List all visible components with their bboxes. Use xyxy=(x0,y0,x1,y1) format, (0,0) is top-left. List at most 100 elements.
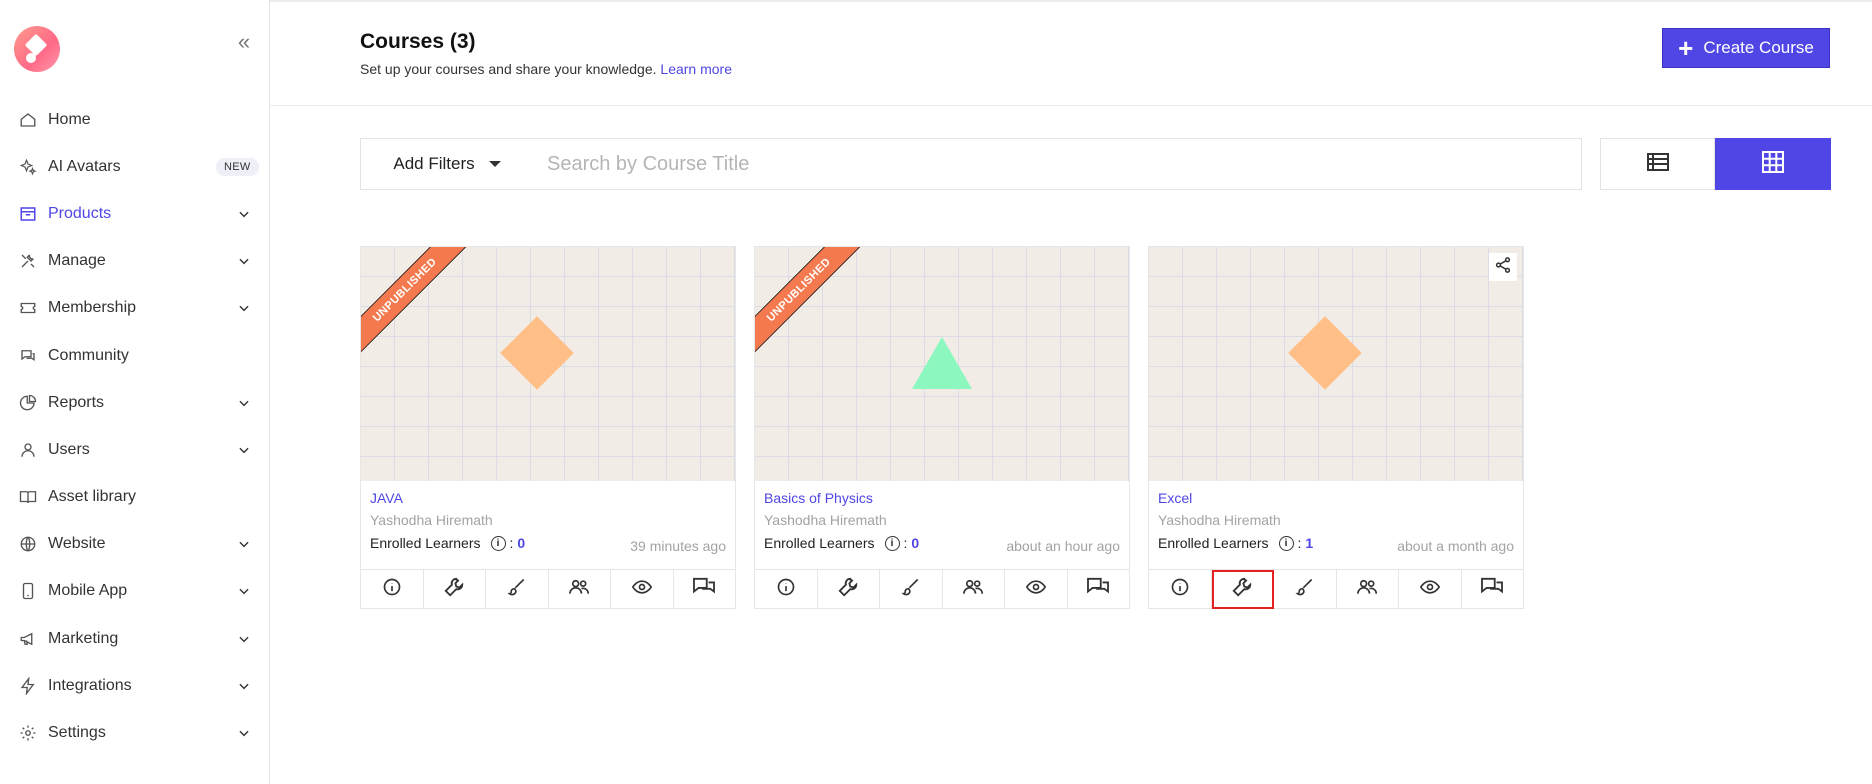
info-icon xyxy=(776,577,796,602)
caret-down-icon xyxy=(488,161,501,167)
preview-button[interactable] xyxy=(1399,570,1462,609)
chevron-down-icon[interactable] xyxy=(232,202,256,226)
sidebar-item-ai-avatars[interactable]: AI Avatars NEW xyxy=(0,143,270,190)
chevron-down-icon[interactable] xyxy=(232,532,256,556)
sidebar-item-products[interactable]: Products xyxy=(0,190,270,237)
sidebar-item-marketing[interactable]: Marketing xyxy=(0,615,270,662)
sidebar-item-settings[interactable]: Settings xyxy=(0,709,270,756)
share-button[interactable] xyxy=(1489,253,1517,281)
sparkle-icon xyxy=(16,155,40,179)
brush-icon xyxy=(901,577,921,602)
search-input[interactable] xyxy=(533,138,1582,190)
create-course-button[interactable]: + Create Course xyxy=(1662,28,1830,68)
course-thumbnail[interactable] xyxy=(1149,247,1523,481)
course-actions xyxy=(1149,569,1524,609)
course-card[interactable]: UNPUBLISHED JAVA Yashodha Hiremath Enrol… xyxy=(360,246,736,609)
chevron-down-icon[interactable] xyxy=(232,438,256,462)
sidebar-item-users[interactable]: Users xyxy=(0,426,270,473)
info-icon[interactable]: i xyxy=(884,535,900,551)
sidebar-item-asset-library[interactable]: Asset library xyxy=(0,474,270,521)
add-filters-button[interactable]: Add Filters xyxy=(360,138,534,190)
course-author: Yashodha Hiremath xyxy=(370,512,493,528)
preview-button[interactable] xyxy=(1005,570,1068,609)
grid-view-button[interactable] xyxy=(1715,138,1831,190)
chevron-down-icon[interactable] xyxy=(232,249,256,273)
chat-bubbles-icon xyxy=(1086,577,1110,602)
learn-more-link[interactable]: Learn more xyxy=(660,61,732,77)
course-actions xyxy=(361,569,736,609)
mobile-icon xyxy=(16,579,40,603)
sidebar-item-website[interactable]: Website xyxy=(0,521,270,568)
sidebar-item-integrations[interactable]: Integrations xyxy=(0,662,270,709)
course-title-link[interactable]: Basics of Physics xyxy=(764,490,873,506)
course-shape xyxy=(500,316,574,390)
user-icon xyxy=(16,438,40,462)
wrench-button[interactable] xyxy=(424,570,486,609)
wrench-icon xyxy=(1231,576,1253,603)
sidebar-item-label: Community xyxy=(48,346,129,364)
course-author: Yashodha Hiremath xyxy=(764,512,887,528)
brand-logo[interactable] xyxy=(14,26,60,72)
megaphone-icon xyxy=(16,627,40,651)
chevron-down-icon[interactable] xyxy=(232,391,256,415)
brush-button[interactable] xyxy=(486,570,549,609)
course-updated-time: 39 minutes ago xyxy=(630,538,726,554)
sidebar-nav: Home AI Avatars NEW Products Manage Memb… xyxy=(0,96,270,757)
info-button[interactable] xyxy=(1149,570,1212,609)
wrench-button[interactable] xyxy=(1211,570,1274,609)
sidebar-item-label: Membership xyxy=(48,299,137,317)
sidebar-item-manage[interactable]: Manage xyxy=(0,238,270,285)
sidebar-item-reports[interactable]: Reports xyxy=(0,379,270,426)
list-view-button[interactable] xyxy=(1600,138,1715,190)
chat-bubbles-icon xyxy=(1480,577,1504,602)
course-card[interactable]: Excel Yashodha Hiremath Enrolled Learner… xyxy=(1148,246,1524,609)
collapse-sidebar-icon[interactable]: « xyxy=(232,30,256,54)
course-updated-time: about a month ago xyxy=(1397,538,1514,554)
info-button[interactable] xyxy=(755,570,818,609)
ticket-icon xyxy=(16,296,40,320)
info-button[interactable] xyxy=(361,570,424,609)
info-icon[interactable]: i xyxy=(490,535,506,551)
course-title-link[interactable]: Excel xyxy=(1158,490,1192,506)
eye-icon xyxy=(1419,577,1441,602)
users-icon xyxy=(568,577,590,602)
unpublished-ribbon: UNPUBLISHED xyxy=(755,247,872,363)
learners-button[interactable] xyxy=(1337,570,1399,609)
info-icon[interactable]: i xyxy=(1278,535,1294,551)
course-shape xyxy=(1288,316,1362,390)
bolt-icon xyxy=(16,674,40,698)
course-title-link[interactable]: JAVA xyxy=(370,490,403,506)
discussion-button[interactable] xyxy=(1462,570,1524,609)
chevron-down-icon[interactable] xyxy=(232,627,256,651)
sidebar-item-membership[interactable]: Membership xyxy=(0,285,270,332)
grid-view-icon xyxy=(1762,150,1784,178)
sidebar-item-home[interactable]: Home xyxy=(0,96,270,143)
wrench-button[interactable] xyxy=(818,570,880,609)
chevron-down-icon[interactable] xyxy=(232,721,256,745)
sidebar-item-mobile-app[interactable]: Mobile App xyxy=(0,568,270,615)
page-subtitle: Set up your courses and share your knowl… xyxy=(360,61,732,77)
course-card[interactable]: UNPUBLISHED Basics of Physics Yashodha H… xyxy=(754,246,1130,609)
chevron-down-icon[interactable] xyxy=(232,296,256,320)
sidebar-item-community[interactable]: Community xyxy=(0,332,270,379)
discussion-button[interactable] xyxy=(674,570,736,609)
chevron-down-icon[interactable] xyxy=(232,674,256,698)
course-shape xyxy=(912,337,972,389)
wrench-icon xyxy=(443,576,465,603)
learners-button[interactable] xyxy=(943,570,1005,609)
chevron-down-icon[interactable] xyxy=(232,579,256,603)
course-thumbnail[interactable]: UNPUBLISHED xyxy=(755,247,1129,481)
tools-icon xyxy=(16,249,40,273)
learners-button[interactable] xyxy=(549,570,611,609)
enrolled-learners: Enrolled Learners i: 1 xyxy=(1158,535,1314,551)
enrolled-count: 0 xyxy=(911,535,920,551)
list-view-icon xyxy=(1646,152,1669,176)
enrolled-label: Enrolled Learners xyxy=(764,535,875,551)
preview-button[interactable] xyxy=(611,570,674,609)
discussion-button[interactable] xyxy=(1068,570,1130,609)
course-thumbnail[interactable]: UNPUBLISHED xyxy=(361,247,735,481)
brush-button[interactable] xyxy=(1274,570,1337,609)
info-icon xyxy=(1170,577,1190,602)
brush-button[interactable] xyxy=(880,570,943,609)
sidebar-item-label: Marketing xyxy=(48,629,119,647)
